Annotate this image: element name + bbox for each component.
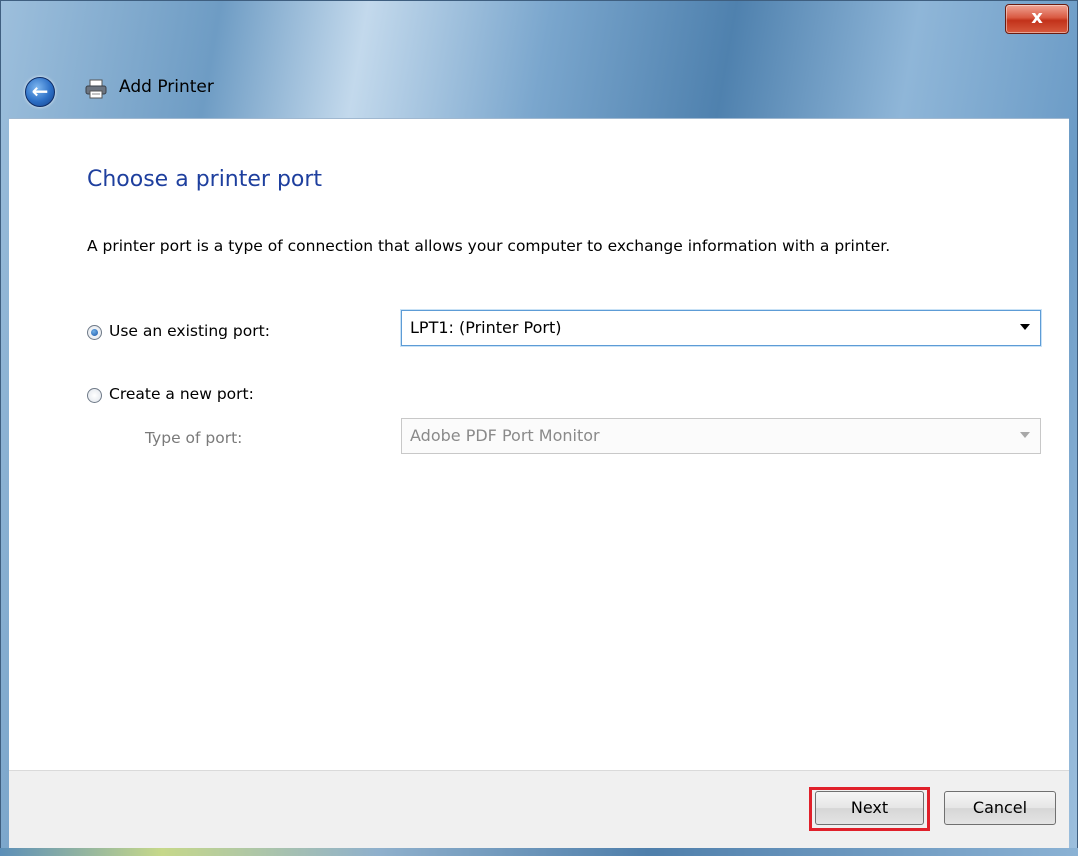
existing-port-select[interactable]: LPT1: (Printer Port): [401, 310, 1041, 346]
close-icon: x: [1031, 7, 1043, 28]
wizard-title: Add Printer: [119, 77, 214, 97]
chevron-down-icon: [1020, 432, 1030, 438]
chevron-down-icon: [1020, 324, 1030, 330]
page-description: A printer port is a type of connection t…: [87, 237, 891, 255]
back-arrow-icon: ←: [31, 79, 49, 103]
port-type-label: Type of port:: [145, 429, 243, 447]
cancel-button[interactable]: Cancel: [944, 791, 1056, 825]
wizard-footer: Next Cancel: [9, 770, 1069, 849]
printer-icon: [85, 79, 107, 99]
wizard-content: Choose a printer port A printer port is …: [9, 118, 1069, 771]
existing-port-radio[interactable]: [87, 325, 102, 340]
close-button[interactable]: x: [1005, 4, 1069, 34]
back-button[interactable]: ←: [25, 77, 55, 107]
next-button[interactable]: Next: [815, 791, 924, 825]
existing-port-value: LPT1: (Printer Port): [410, 318, 562, 337]
new-port-label: Create a new port:: [109, 385, 254, 403]
port-type-value: Adobe PDF Port Monitor: [410, 426, 600, 445]
port-type-select: Adobe PDF Port Monitor: [401, 418, 1041, 454]
wizard-nav-bar: ← Add Printer: [9, 61, 1069, 117]
page-title: Choose a printer port: [87, 167, 323, 192]
existing-port-label: Use an existing port:: [109, 322, 270, 340]
taskbar-strip: [0, 848, 1078, 856]
add-printer-window: x ← Add Printer Choose a printer port A …: [0, 0, 1078, 856]
new-port-radio[interactable]: [87, 388, 102, 403]
